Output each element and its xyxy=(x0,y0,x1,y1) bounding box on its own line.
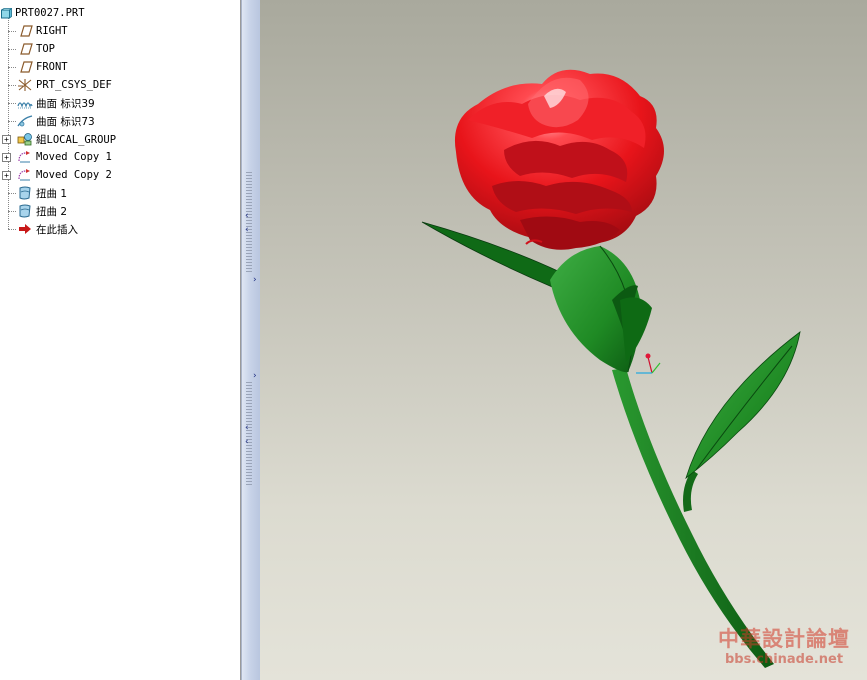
tree-connector-line xyxy=(8,67,16,68)
tree-item-local-group[interactable]: + 組LOCAL_GROUP xyxy=(0,130,116,148)
collapse-left-arrow-icon[interactable]: ‹ xyxy=(245,438,249,447)
tree-item-surface-73[interactable]: 曲面 标识73 xyxy=(17,112,95,130)
watermark: 中華設計論壇 bbs.chinade.net xyxy=(711,626,857,672)
tree-item-surface-39[interactable]: 曲面 标识39 xyxy=(17,94,95,112)
tree-item-csys[interactable]: PRT_CSYS_DEF xyxy=(17,76,112,94)
expand-toggle[interactable]: + xyxy=(2,152,11,162)
tree-item-label: 曲面 标识39 xyxy=(36,97,95,110)
tree-item-label: 曲面 标识73 xyxy=(36,115,95,128)
tree-item-top[interactable]: TOP xyxy=(17,40,55,58)
collapse-left-arrow-icon[interactable]: ‹ xyxy=(245,424,249,433)
coordinate-system-icon xyxy=(17,78,33,92)
splitter-grip[interactable] xyxy=(246,172,252,272)
tree-item-label: Moved Copy 2 xyxy=(36,169,112,181)
warp-icon xyxy=(17,186,33,200)
insert-here-arrow-icon xyxy=(17,222,33,236)
collapse-left-arrow-icon[interactable]: ‹ xyxy=(245,212,249,221)
pane-splitter[interactable]: ‹ ‹ › › ‹ ‹ xyxy=(241,0,261,680)
collapse-left-arrow-icon[interactable]: ‹ xyxy=(245,226,249,235)
surface-icon xyxy=(17,96,33,110)
tree-item-right[interactable]: RIGHT xyxy=(17,22,68,40)
model-tree: PRT0027.PRT RIGHT TOP FRONT PRT_CSYS_DEF… xyxy=(0,0,241,680)
tree-connector-line xyxy=(8,211,16,212)
part-icon xyxy=(0,6,12,20)
tree-connector-line xyxy=(8,193,16,194)
tree-item-label: PRT_CSYS_DEF xyxy=(36,79,112,91)
tree-item-warp-2[interactable]: 扭曲 2 xyxy=(17,202,67,220)
tree-connector-line xyxy=(8,49,16,50)
group-icon xyxy=(17,132,33,146)
datum-plane-icon xyxy=(17,42,33,56)
tree-item-insert-here[interactable]: 在此插入 xyxy=(17,220,78,238)
tree-item-warp-1[interactable]: 扭曲 1 xyxy=(17,184,67,202)
tree-item-moved-copy-1[interactable]: + Moved Copy 1 xyxy=(0,148,112,166)
expand-right-arrow-icon[interactable]: › xyxy=(253,276,257,285)
expand-right-arrow-icon[interactable]: › xyxy=(253,372,257,381)
tree-item-label: FRONT xyxy=(36,61,68,73)
tree-connector-line xyxy=(8,85,16,86)
surface-icon xyxy=(17,114,33,128)
expand-toggle[interactable]: + xyxy=(2,134,11,144)
moved-copy-icon xyxy=(17,168,33,182)
tree-root-label: PRT0027.PRT xyxy=(15,7,85,19)
tree-item-moved-copy-2[interactable]: + Moved Copy 2 xyxy=(0,166,112,184)
tree-item-label: TOP xyxy=(36,43,55,55)
coordinate-triad xyxy=(636,353,661,374)
watermark-title: 中華設計論壇 xyxy=(718,627,850,651)
expand-toggle[interactable]: + xyxy=(2,170,11,180)
tree-item-label: RIGHT xyxy=(36,25,68,37)
tree-item-label: 組LOCAL_GROUP xyxy=(36,133,117,146)
splitter-grip[interactable] xyxy=(246,382,252,486)
graphics-viewport[interactable]: 中華設計論壇 bbs.chinade.net xyxy=(260,0,867,680)
tree-connector-line xyxy=(8,31,16,32)
tree-connector-line xyxy=(8,121,16,122)
tree-root-item[interactable]: PRT0027.PRT xyxy=(0,4,85,22)
moved-copy-icon xyxy=(17,150,33,164)
rose-model xyxy=(421,69,801,668)
datum-plane-icon xyxy=(17,24,33,38)
datum-plane-icon xyxy=(17,60,33,74)
warp-icon xyxy=(17,204,33,218)
tree-connector-line xyxy=(8,229,16,230)
tree-connector-line xyxy=(8,103,16,104)
tree-item-label: 扭曲 1 xyxy=(36,187,68,200)
watermark-url: bbs.chinade.net xyxy=(724,652,844,667)
tree-item-label: Moved Copy 1 xyxy=(36,151,112,163)
tree-item-label: 扭曲 2 xyxy=(36,205,68,218)
tree-item-label: 在此插入 xyxy=(36,223,78,236)
tree-item-front[interactable]: FRONT xyxy=(17,58,68,76)
